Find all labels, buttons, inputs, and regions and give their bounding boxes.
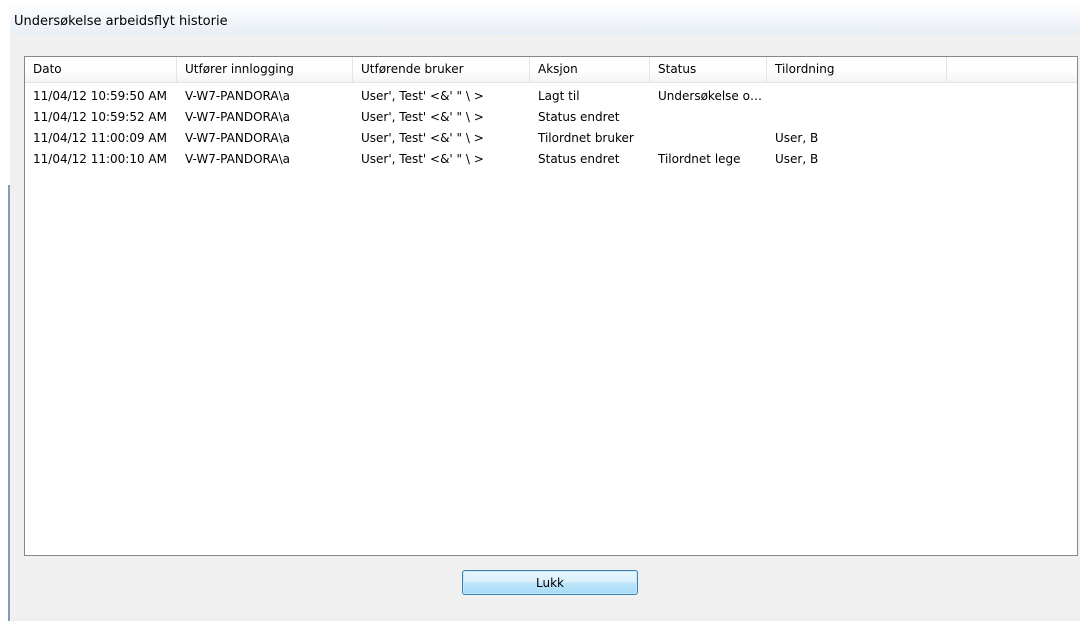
cell-status: Undersøkelse o… (658, 89, 762, 103)
cell-dato: 11/04/12 10:59:50 AM (33, 89, 167, 103)
cell-utforer-innlogging: V-W7-PANDORA\a (185, 152, 290, 166)
cell-utforer-innlogging: V-W7-PANDORA\a (185, 110, 290, 124)
column-header-utforer-innlogging[interactable]: Utfører innlogging (177, 57, 353, 82)
cell-utforende-bruker: User', Test' <&' " \ > (361, 152, 484, 166)
table-row[interactable]: 11/04/12 11:00:09 AM V-W7-PANDORA\a User… (25, 128, 1077, 149)
cell-aksjon: Tilordnet bruker (538, 131, 634, 145)
cell-dato: 11/04/12 11:00:09 AM (33, 131, 167, 145)
column-header-status[interactable]: Status (650, 57, 767, 82)
cell-aksjon: Lagt til (538, 89, 580, 103)
window-frame-line (8, 185, 10, 621)
table-body: 11/04/12 10:59:50 AM V-W7-PANDORA\a User… (25, 86, 1077, 170)
window-left-edge (0, 0, 10, 621)
cell-tilordning: User, B (775, 152, 819, 166)
table-row[interactable]: 11/04/12 10:59:52 AM V-W7-PANDORA\a User… (25, 107, 1077, 128)
title-bar[interactable]: Undersøkelse arbeidsflyt historie (10, 0, 1080, 34)
workflow-history-dialog: Undersøkelse arbeidsflyt historie Dato U… (0, 0, 1080, 621)
cell-status (650, 128, 767, 149)
cell-status: Tilordnet lege (658, 152, 741, 166)
column-header-aksjon[interactable]: Aksjon (530, 57, 650, 82)
column-header-dato[interactable]: Dato (25, 57, 177, 82)
cell-utforer-innlogging: V-W7-PANDORA\a (185, 131, 290, 145)
workflow-history-list[interactable]: Dato Utfører innlogging Utførende bruker… (24, 56, 1078, 556)
close-button[interactable]: Lukk (462, 570, 638, 595)
table-row[interactable]: 11/04/12 11:00:10 AM V-W7-PANDORA\a User… (25, 149, 1077, 170)
cell-aksjon: Status endret (538, 110, 620, 124)
table-row[interactable]: 11/04/12 10:59:50 AM V-W7-PANDORA\a User… (25, 86, 1077, 107)
cell-dato: 11/04/12 10:59:52 AM (33, 110, 167, 124)
cell-tilordning (767, 86, 947, 107)
cell-aksjon: Status endret (538, 152, 620, 166)
cell-utforende-bruker: User', Test' <&' " \ > (361, 131, 484, 145)
cell-tilordning (767, 107, 947, 128)
cell-dato: 11/04/12 11:00:10 AM (33, 152, 167, 166)
column-header-filler (947, 57, 1077, 82)
cell-utforende-bruker: User', Test' <&' " \ > (361, 89, 484, 103)
cell-status (650, 107, 767, 128)
column-header-tilordning[interactable]: Tilordning (767, 57, 947, 82)
cell-tilordning: User, B (775, 131, 819, 145)
column-header-row: Dato Utfører innlogging Utførende bruker… (25, 57, 1077, 83)
column-header-utforende-bruker[interactable]: Utførende bruker (353, 57, 530, 82)
cell-utforende-bruker: User', Test' <&' " \ > (361, 110, 484, 124)
window-title: Undersøkelse arbeidsflyt historie (14, 14, 228, 29)
cell-utforer-innlogging: V-W7-PANDORA\a (185, 89, 290, 103)
